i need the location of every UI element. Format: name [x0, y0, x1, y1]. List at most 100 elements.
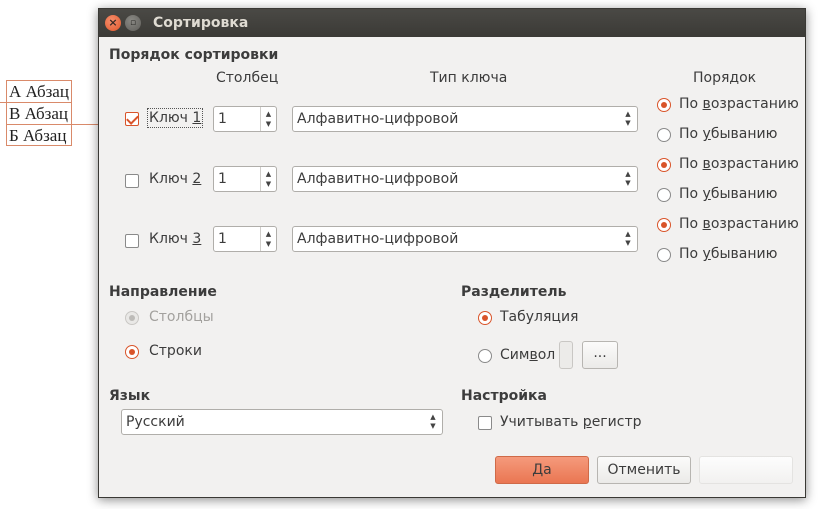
key-2-descending-label: По убыванию	[679, 186, 777, 202]
key-1-type-dropdown[interactable]: Алфавитно-цифровой ▲ ▼	[292, 106, 638, 132]
paragraph-1[interactable]: А Абзац	[6, 80, 72, 102]
arrow-up-icon: ▲	[625, 170, 631, 178]
dialog-titlebar: × ▫ Сортировка	[99, 9, 805, 37]
key-label-mnemonic: 1	[192, 110, 202, 126]
paragraph-2[interactable]: В Абзац	[6, 102, 72, 124]
key-1-descending-label: По убыванию	[679, 126, 777, 142]
key-label-text: Ключ	[149, 171, 193, 187]
dropdown-arrows-icon: ▲ ▼	[623, 170, 633, 188]
sort-dialog: × ▫ Сортировка Порядок сортировки Столбе…	[98, 8, 806, 498]
arrow-down-icon[interactable]: ▼	[261, 119, 276, 129]
label-text: быванию	[710, 126, 778, 142]
paragraph-3[interactable]: Б Абзац	[6, 124, 72, 146]
key-type-header: Тип ключа	[430, 70, 508, 86]
language-dropdown[interactable]: Русский ▲ ▼	[121, 409, 443, 435]
separator-browse-button[interactable]: ...	[582, 341, 618, 369]
label-mnemonic: р	[582, 414, 592, 430]
label-mnemonic: у	[702, 186, 711, 202]
key-3-type-dropdown[interactable]: Алфавитно-цифровой ▲ ▼	[292, 226, 638, 252]
key-3-descending-label: По убыванию	[679, 246, 777, 262]
label-text: егистр	[591, 414, 642, 430]
arrow-down-icon: ▼	[625, 179, 631, 187]
document-paragraphs: А Абзац В Абзац Б Абзац	[6, 80, 72, 146]
label-text: Учитывать	[500, 414, 583, 430]
dropdown-value: Русский	[126, 414, 185, 430]
label-text: По	[679, 216, 703, 232]
label-text: озрастанию	[710, 96, 799, 112]
separator-symbol-label: Символ	[500, 347, 555, 363]
key-1-label: Ключ 1	[146, 108, 204, 128]
label-mnemonic: у	[702, 126, 711, 142]
key-2-checkbox[interactable]	[125, 174, 139, 188]
key-label-text: Ключ	[149, 231, 193, 247]
label-mnemonic: у	[702, 246, 711, 262]
label-mnemonic: в	[702, 156, 711, 172]
separator-symbol-radio[interactable]	[478, 349, 492, 363]
arrow-up-icon: ▲	[625, 230, 631, 238]
label-mnemonic: в	[529, 347, 538, 363]
dropdown-arrows-icon: ▲ ▼	[623, 110, 633, 128]
minimize-icon[interactable]: ▫	[125, 15, 141, 31]
case-sensitive-checkbox[interactable]	[478, 416, 492, 430]
key-label-mnemonic: 3	[192, 231, 202, 247]
spinner-arrows-icon[interactable]: ▲ ▼	[260, 167, 276, 191]
spinner-value: 1	[218, 111, 227, 127]
paragraph-frame-line	[72, 124, 98, 125]
label-mnemonic: в	[702, 216, 711, 232]
arrow-up-icon[interactable]: ▲	[261, 169, 276, 179]
direction-rows-label: Строки	[149, 343, 202, 359]
arrow-down-icon: ▼	[625, 239, 631, 247]
key-label-text: Ключ	[149, 110, 193, 126]
label-text: По	[679, 246, 703, 262]
key-1-checkbox[interactable]	[125, 112, 139, 126]
arrow-down-icon[interactable]: ▼	[261, 239, 276, 249]
arrow-up-icon: ▲	[430, 413, 436, 421]
key-2-type-dropdown[interactable]: Алфавитно-цифровой ▲ ▼	[292, 166, 638, 192]
key-3-column-spinner[interactable]: 1 ▲ ▼	[213, 226, 277, 252]
label-text: По	[679, 126, 703, 142]
dropdown-arrows-icon: ▲ ▼	[428, 413, 438, 431]
arrow-down-icon: ▼	[430, 422, 436, 430]
key-1-column-spinner[interactable]: 1 ▲ ▼	[213, 106, 277, 132]
arrow-up-icon[interactable]: ▲	[261, 109, 276, 119]
label-text: быванию	[710, 186, 778, 202]
direction-columns-label: Столбцы	[149, 309, 214, 325]
key-3-label: Ключ 3	[149, 231, 201, 247]
spinner-arrows-icon[interactable]: ▲ ▼	[260, 107, 276, 131]
key-label-mnemonic: 2	[192, 171, 202, 187]
key-3-descending-radio[interactable]	[657, 248, 671, 262]
arrow-down-icon[interactable]: ▼	[261, 179, 276, 189]
options-heading: Настройка	[461, 388, 547, 404]
key-1-descending-radio[interactable]	[657, 128, 671, 142]
cancel-button[interactable]: Отменить	[597, 456, 691, 484]
label-text: быванию	[710, 246, 778, 262]
label-text: По	[679, 96, 703, 112]
label-mnemonic: в	[702, 96, 711, 112]
arrow-up-icon[interactable]: ▲	[261, 229, 276, 239]
key-2-ascending-radio[interactable]	[657, 158, 671, 172]
key-3-checkbox[interactable]	[125, 234, 139, 248]
close-icon[interactable]: ×	[105, 15, 121, 31]
key-1-ascending-radio[interactable]	[657, 98, 671, 112]
key-2-label: Ключ 2	[149, 171, 201, 187]
ok-button[interactable]: Да	[495, 456, 589, 484]
key-2-descending-radio[interactable]	[657, 188, 671, 202]
label-text: озрастанию	[710, 156, 799, 172]
key-2-column-spinner[interactable]: 1 ▲ ▼	[213, 166, 277, 192]
language-heading: Язык	[109, 388, 151, 404]
label-text: Сим	[500, 347, 530, 363]
direction-columns-radio	[125, 311, 139, 325]
arrow-up-icon: ▲	[625, 110, 631, 118]
separator-tab-radio[interactable]	[478, 311, 492, 325]
direction-rows-radio[interactable]	[125, 345, 139, 359]
dropdown-arrows-icon: ▲ ▼	[623, 230, 633, 248]
key-3-ascending-label: По возрастанию	[679, 216, 799, 232]
blank-button[interactable]	[699, 456, 793, 484]
spinner-arrows-icon[interactable]: ▲ ▼	[260, 227, 276, 251]
case-sensitive-label: Учитывать регистр	[500, 414, 642, 430]
key-3-ascending-radio[interactable]	[657, 218, 671, 232]
label-text: озрастанию	[710, 216, 799, 232]
column-header: Столбец	[216, 70, 279, 86]
spinner-value: 1	[218, 171, 227, 187]
dropdown-value: Алфавитно-цифровой	[297, 171, 459, 187]
